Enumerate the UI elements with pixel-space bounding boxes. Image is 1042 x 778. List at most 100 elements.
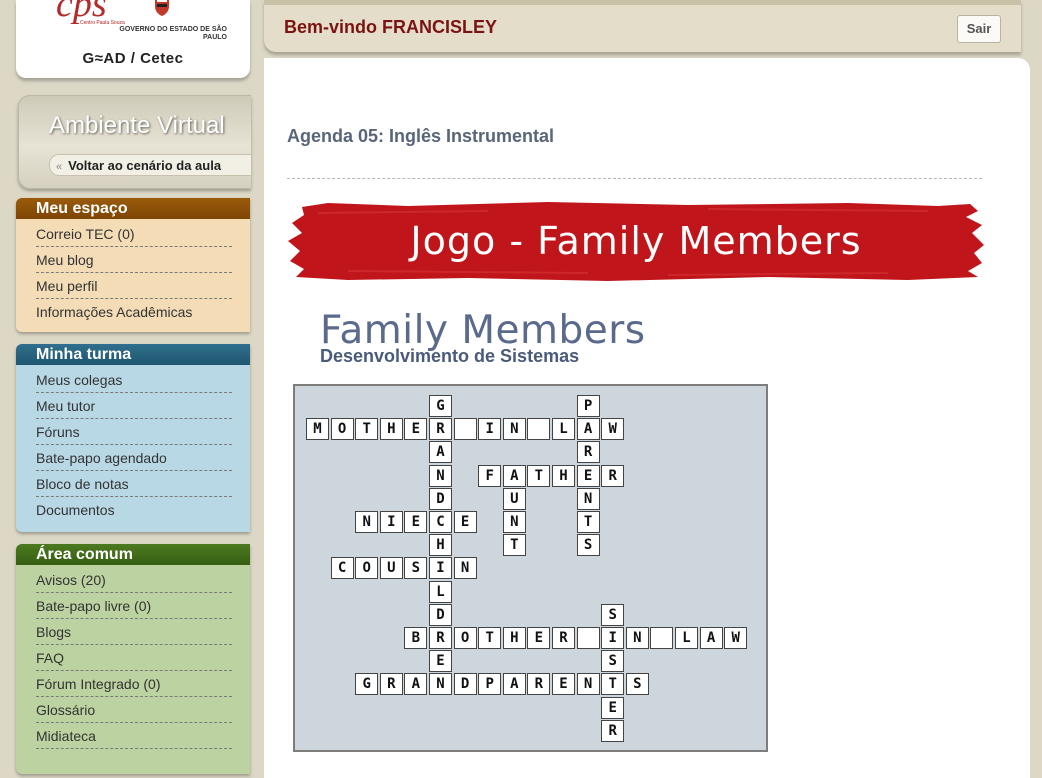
crossword-cell[interactable]: R	[379, 673, 403, 696]
crossword-cell[interactable]: E	[527, 627, 551, 649]
crossword-cell[interactable]: R	[429, 627, 452, 649]
sidebar-item-bloco-de-notas[interactable]: Bloco de notas	[36, 471, 232, 497]
crossword-cell[interactable]: P	[478, 673, 502, 696]
crossword-cell[interactable]: C	[330, 557, 354, 580]
crossword-cell[interactable]: E	[552, 673, 575, 696]
logout-button[interactable]: Sair	[957, 15, 1001, 43]
sidebar-item-faq[interactable]: FAQ	[36, 645, 232, 671]
crossword-cell[interactable]: N	[576, 487, 600, 510]
crossword-cell[interactable]: E	[429, 650, 452, 673]
crossword-cell[interactable]: G	[429, 395, 452, 417]
crossword-cell[interactable]: I	[379, 511, 403, 533]
crossword-cell[interactable]: E	[576, 464, 600, 487]
crossword-cell[interactable]: W	[601, 418, 625, 441]
sidebar-item-bate-papo-agendado[interactable]: Bate-papo agendado	[36, 445, 232, 471]
crossword-cell[interactable]: M	[306, 418, 329, 441]
crossword-cell[interactable]: R	[429, 418, 452, 441]
crossword-cell[interactable]	[650, 627, 674, 649]
crossword-cell[interactable]: N	[429, 464, 452, 487]
crossword-cell[interactable]: H	[552, 464, 575, 487]
crossword-cell[interactable]: R	[601, 719, 625, 742]
crossword-cell[interactable]: L	[552, 418, 575, 441]
crossword-cell[interactable]: N	[502, 511, 526, 533]
sidebar-item-documentos[interactable]: Documentos	[36, 497, 232, 523]
crossword-cell[interactable]: H	[379, 418, 403, 441]
crossword-cell[interactable]: H	[502, 627, 526, 649]
sidebar-item-informacoes-academicas[interactable]: Informações Acadêmicas	[36, 299, 232, 325]
crossword-cell[interactable]: L	[675, 627, 698, 649]
crossword-cell[interactable]	[453, 418, 477, 441]
crossword-cell[interactable]: W	[724, 627, 748, 649]
crossword-cell[interactable]: E	[404, 418, 428, 441]
crossword-cell[interactable]: S	[601, 650, 625, 673]
sidebar-item-bate-papo-livre[interactable]: Bate-papo livre (0)	[36, 593, 232, 619]
crossword-cell[interactable]: E	[404, 511, 428, 533]
area-comum-panel: Área comum Avisos (20) Bate-papo livre (…	[16, 544, 250, 774]
crossword-cell[interactable]: R	[601, 464, 625, 487]
crossword-cell[interactable]: I	[429, 557, 452, 580]
crossword-cell[interactable]: N	[429, 673, 452, 696]
sidebar-item-forum-integrado[interactable]: Fórum Integrado (0)	[36, 671, 232, 697]
crossword-cell[interactable]: T	[527, 464, 551, 487]
sidebar-item-blogs[interactable]: Blogs	[36, 619, 232, 645]
crossword-cell[interactable]: A	[502, 673, 526, 696]
crossword-cell[interactable]: L	[429, 580, 452, 603]
crossword-cell[interactable]: T	[502, 534, 526, 557]
crossword-cell[interactable]: A	[502, 464, 526, 487]
meu-espaco-panel: Meu espaço Correio TEC (0) Meu blog Meu …	[16, 198, 250, 332]
crossword-cell[interactable]	[527, 418, 551, 441]
sidebar-item-meus-colegas[interactable]: Meus colegas	[36, 367, 232, 393]
back-to-class-button[interactable]: « Voltar ao cenário da aula	[49, 154, 251, 176]
crossword-cell[interactable]: O	[453, 627, 477, 649]
crossword-cell[interactable]: R	[576, 441, 600, 464]
sidebar-item-glossario[interactable]: Glossário	[36, 697, 232, 723]
sidebar-item-meu-perfil[interactable]: Meu perfil	[36, 273, 232, 299]
sidebar-item-meu-blog[interactable]: Meu blog	[36, 247, 232, 273]
sidebar-item-foruns[interactable]: Fóruns	[36, 419, 232, 445]
crossword-cell[interactable]: T	[576, 511, 600, 533]
crossword-cell[interactable]: N	[625, 627, 649, 649]
crossword-cell[interactable]: E	[601, 696, 625, 719]
page-title: Agenda 05: Inglês Instrumental	[287, 126, 555, 146]
crossword-cell[interactable]: N	[576, 673, 600, 696]
crossword-cell[interactable]: A	[404, 673, 428, 696]
crossword-cell[interactable]: E	[453, 511, 477, 533]
crossword-cell[interactable]: T	[601, 673, 625, 696]
crossword-cell[interactable]: F	[478, 464, 502, 487]
sidebar-item-meu-tutor[interactable]: Meu tutor	[36, 393, 232, 419]
crossword-cell[interactable]: R	[527, 673, 551, 696]
crossword-cell[interactable]: G	[355, 673, 379, 696]
top-bar: Bem-vindo FRANCISLEY Sair	[264, 0, 1021, 52]
sidebar-item-midiateca[interactable]: Midiateca	[36, 723, 232, 749]
crossword-cell[interactable]: B	[404, 627, 428, 649]
crossword-cell[interactable]: S	[625, 673, 649, 696]
crossword-cell[interactable]: S	[576, 534, 600, 557]
crossword-cell[interactable]: S	[404, 557, 428, 580]
crossword-cell[interactable]	[576, 627, 600, 649]
crossword-cell[interactable]: P	[576, 395, 600, 417]
crossword-cell[interactable]: I	[601, 627, 625, 649]
crossword-cell[interactable]: U	[379, 557, 403, 580]
crossword-cell[interactable]: I	[478, 418, 502, 441]
crossword-cell[interactable]: T	[478, 627, 502, 649]
crossword-cell[interactable]: A	[699, 627, 723, 649]
crossword-cell[interactable]: U	[502, 487, 526, 510]
crossword-cell[interactable]: N	[502, 418, 526, 441]
crossword-cell[interactable]: T	[355, 418, 379, 441]
crossword-cell[interactable]: R	[552, 627, 575, 649]
crossword-cell[interactable]: A	[429, 441, 452, 464]
crossword-cell[interactable]: C	[429, 511, 452, 533]
divider	[287, 178, 982, 179]
crossword-cell[interactable]: D	[429, 487, 452, 510]
crossword-cell[interactable]: D	[453, 673, 477, 696]
crossword-cell[interactable]: D	[429, 603, 452, 626]
crossword-cell[interactable]: N	[355, 511, 379, 533]
crossword-cell[interactable]: N	[453, 557, 477, 580]
crossword-cell[interactable]: O	[330, 418, 354, 441]
sidebar-item-avisos[interactable]: Avisos (20)	[36, 567, 232, 593]
crossword-cell[interactable]: S	[601, 603, 625, 626]
crossword-cell[interactable]: O	[355, 557, 379, 580]
crossword-cell[interactable]: H	[429, 534, 452, 557]
crossword-cell[interactable]: A	[576, 418, 600, 441]
sidebar-item-correio[interactable]: Correio TEC (0)	[36, 221, 232, 247]
